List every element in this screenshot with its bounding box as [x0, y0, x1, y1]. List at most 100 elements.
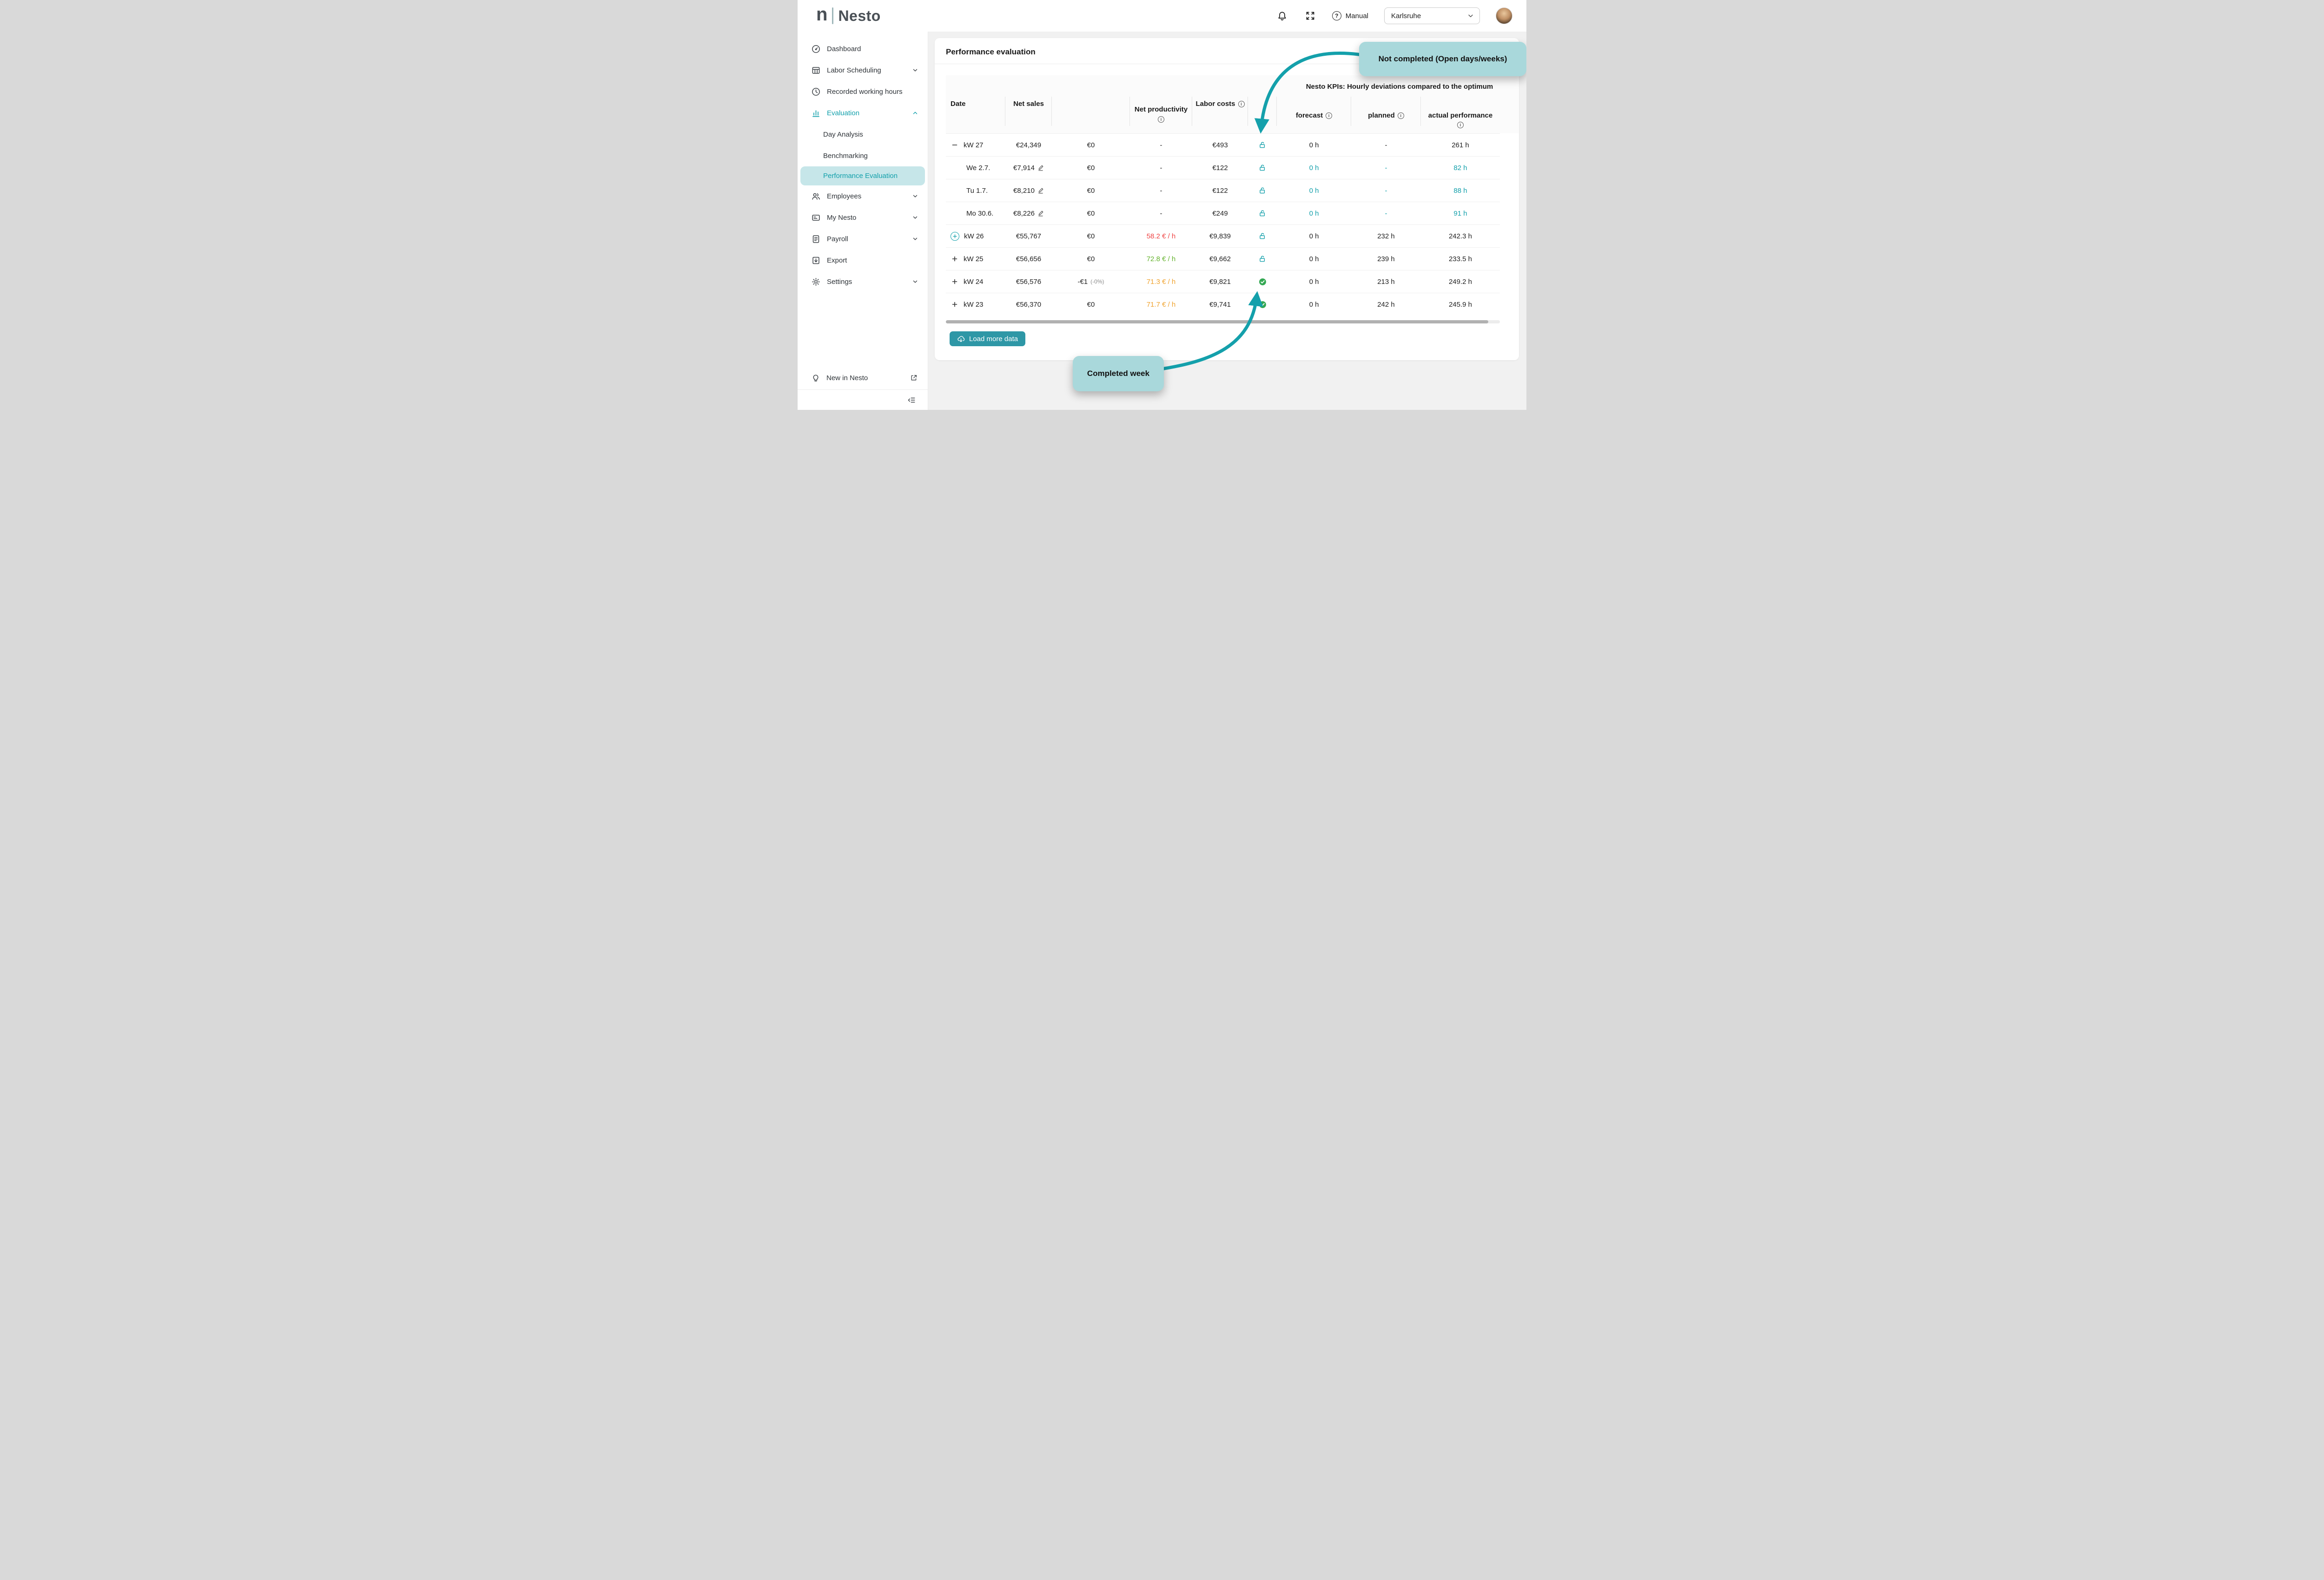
- forecast-cell: 0 h: [1277, 210, 1351, 217]
- labor-scheduling-icon: [812, 66, 820, 75]
- date-cell: kW 27: [964, 141, 984, 149]
- sidebar-item-new-in-nesto[interactable]: New in Nesto: [798, 366, 928, 389]
- edit-pencil-icon[interactable]: [1037, 165, 1044, 171]
- info-icon[interactable]: [1158, 116, 1164, 123]
- table-row-week-kw26: kW 26 €55,767 €0 58.2 € / h €9,839 0 h 2…: [946, 224, 1500, 247]
- actual-cell: 233.5 h: [1421, 255, 1500, 263]
- plus-icon: [951, 278, 958, 285]
- actual-cell: 88 h: [1421, 187, 1500, 195]
- table-row-week-kw23: kW 23 €56,370 €0 71.7 € / h €9,741 0 h 2…: [946, 293, 1500, 316]
- labor-costs-cell: €493: [1192, 141, 1248, 149]
- sales-delta-pct: (-0%): [1090, 278, 1104, 285]
- date-cell: kW 24: [964, 278, 984, 286]
- unlocked-icon[interactable]: [1259, 187, 1266, 194]
- sidebar-item-my-nesto[interactable]: My Nesto: [798, 207, 928, 228]
- unlocked-icon[interactable]: [1259, 141, 1266, 149]
- chevron-down-icon: [912, 193, 918, 199]
- info-icon[interactable]: [1398, 112, 1404, 119]
- unlocked-icon[interactable]: [1259, 164, 1266, 171]
- manual-button[interactable]: Manual: [1332, 11, 1368, 20]
- forecast-cell: 0 h: [1277, 187, 1351, 195]
- forecast-cell: 0 h: [1277, 278, 1351, 286]
- forecast-cell: 0 h: [1277, 141, 1351, 149]
- col-header-sales-delta: [1052, 75, 1130, 133]
- plus-icon: [951, 301, 958, 308]
- expand-week-button[interactable]: [951, 255, 959, 263]
- net-sales-cell: €55,767: [1005, 232, 1052, 240]
- edit-pencil-icon[interactable]: [1037, 187, 1044, 194]
- collapse-sidebar-icon: [907, 396, 916, 404]
- forecast-cell: 0 h: [1277, 301, 1351, 309]
- collapse-week-button[interactable]: [951, 141, 959, 149]
- annotation-not-completed: Not completed (Open days/weeks): [1359, 42, 1526, 76]
- sidebar-item-employees[interactable]: Employees: [798, 185, 928, 207]
- sidebar-item-label: Dashboard: [827, 45, 861, 53]
- sidebar-item-labor-scheduling[interactable]: Labor Scheduling: [798, 59, 928, 81]
- annotation-completed-week: Completed week: [1073, 356, 1164, 391]
- col-header-date: Date: [946, 75, 1005, 133]
- info-icon[interactable]: [1457, 122, 1464, 128]
- expand-week-button[interactable]: [951, 300, 959, 309]
- sidebar-item-payroll[interactable]: Payroll: [798, 228, 928, 250]
- edit-pencil-icon[interactable]: [1037, 210, 1044, 217]
- net-sales-cell: €8,210: [1013, 187, 1035, 195]
- date-cell: kW 23: [964, 301, 984, 309]
- sidebar-item-benchmarking[interactable]: Benchmarking: [798, 145, 928, 166]
- bar-chart-icon: [812, 109, 820, 118]
- sidebar-item-label: New in Nesto: [826, 374, 868, 382]
- forecast-cell: 0 h: [1277, 232, 1351, 240]
- id-card-icon: [812, 213, 820, 222]
- document-icon: [812, 235, 820, 244]
- date-cell: Mo 30.6.: [966, 210, 993, 217]
- load-more-label: Load more data: [969, 335, 1018, 343]
- net-productivity-cell: -: [1130, 210, 1192, 217]
- net-productivity-cell: -: [1130, 187, 1192, 195]
- user-avatar[interactable]: [1496, 7, 1512, 24]
- info-icon[interactable]: [1326, 112, 1332, 119]
- actual-cell: 245.9 h: [1421, 301, 1500, 309]
- planned-cell: -: [1351, 187, 1421, 195]
- sidebar-item-export[interactable]: Export: [798, 250, 928, 271]
- chevron-down-icon: [1467, 13, 1474, 19]
- sidebar-item-recorded-working-hours[interactable]: Recorded working hours: [798, 81, 928, 102]
- collapse-sidebar-button[interactable]: [905, 394, 918, 406]
- sidebar-item-day-analysis[interactable]: Day Analysis: [798, 124, 928, 145]
- sales-delta-cell: €0: [1052, 301, 1130, 309]
- sidebar-item-evaluation[interactable]: Evaluation: [798, 102, 928, 124]
- expand-week-button[interactable]: [951, 277, 959, 286]
- col-header-labor-costs: Labor costs: [1192, 75, 1248, 133]
- sales-delta-cell: €0: [1052, 164, 1130, 172]
- net-sales-cell: €56,370: [1005, 301, 1052, 309]
- forecast-cell: 0 h: [1277, 164, 1351, 172]
- horizontal-scrollbar-thumb[interactable]: [946, 320, 1488, 323]
- chevron-down-icon: [912, 236, 918, 242]
- labor-costs-cell: €249: [1192, 210, 1248, 217]
- unlocked-icon[interactable]: [1259, 255, 1266, 263]
- fullscreen-button[interactable]: [1304, 10, 1316, 22]
- completed-check-icon[interactable]: [1259, 278, 1267, 286]
- sidebar-item-settings[interactable]: Settings: [798, 271, 928, 292]
- sidebar-item-label: Evaluation: [827, 109, 859, 117]
- sidebar-item-performance-evaluation[interactable]: Performance Evaluation: [800, 166, 925, 185]
- labor-costs-cell: €9,839: [1192, 232, 1248, 240]
- load-more-data-button[interactable]: Load more data: [950, 331, 1025, 346]
- sidebar-item-label: My Nesto: [827, 214, 856, 222]
- fullscreen-icon: [1306, 11, 1315, 20]
- planned-cell: 242 h: [1351, 301, 1421, 309]
- info-icon[interactable]: [1238, 101, 1245, 107]
- expand-week-button[interactable]: [951, 232, 959, 241]
- clock-icon: [812, 87, 820, 96]
- sidebar-item-dashboard[interactable]: Dashboard: [798, 38, 928, 59]
- net-sales-cell: €8,226: [1013, 210, 1035, 217]
- completed-check-icon[interactable]: [1259, 301, 1267, 309]
- unlocked-icon[interactable]: [1259, 210, 1266, 217]
- sidebar-item-label: Benchmarking: [823, 152, 868, 160]
- unlocked-icon[interactable]: [1259, 232, 1266, 240]
- minus-icon: [951, 142, 958, 148]
- sidebar-item-label: Day Analysis: [823, 131, 863, 138]
- location-select[interactable]: Karlsruhe: [1384, 7, 1480, 24]
- table-row-day-we27: We 2.7. €7,914 €0 - €122 0 h - 82 h: [946, 156, 1500, 179]
- notifications-button[interactable]: [1276, 10, 1288, 22]
- table-row-week-kw27: kW 27 €24,349 €0 - €493 0 h - 261 h: [946, 133, 1500, 156]
- actual-cell: 242.3 h: [1421, 232, 1500, 240]
